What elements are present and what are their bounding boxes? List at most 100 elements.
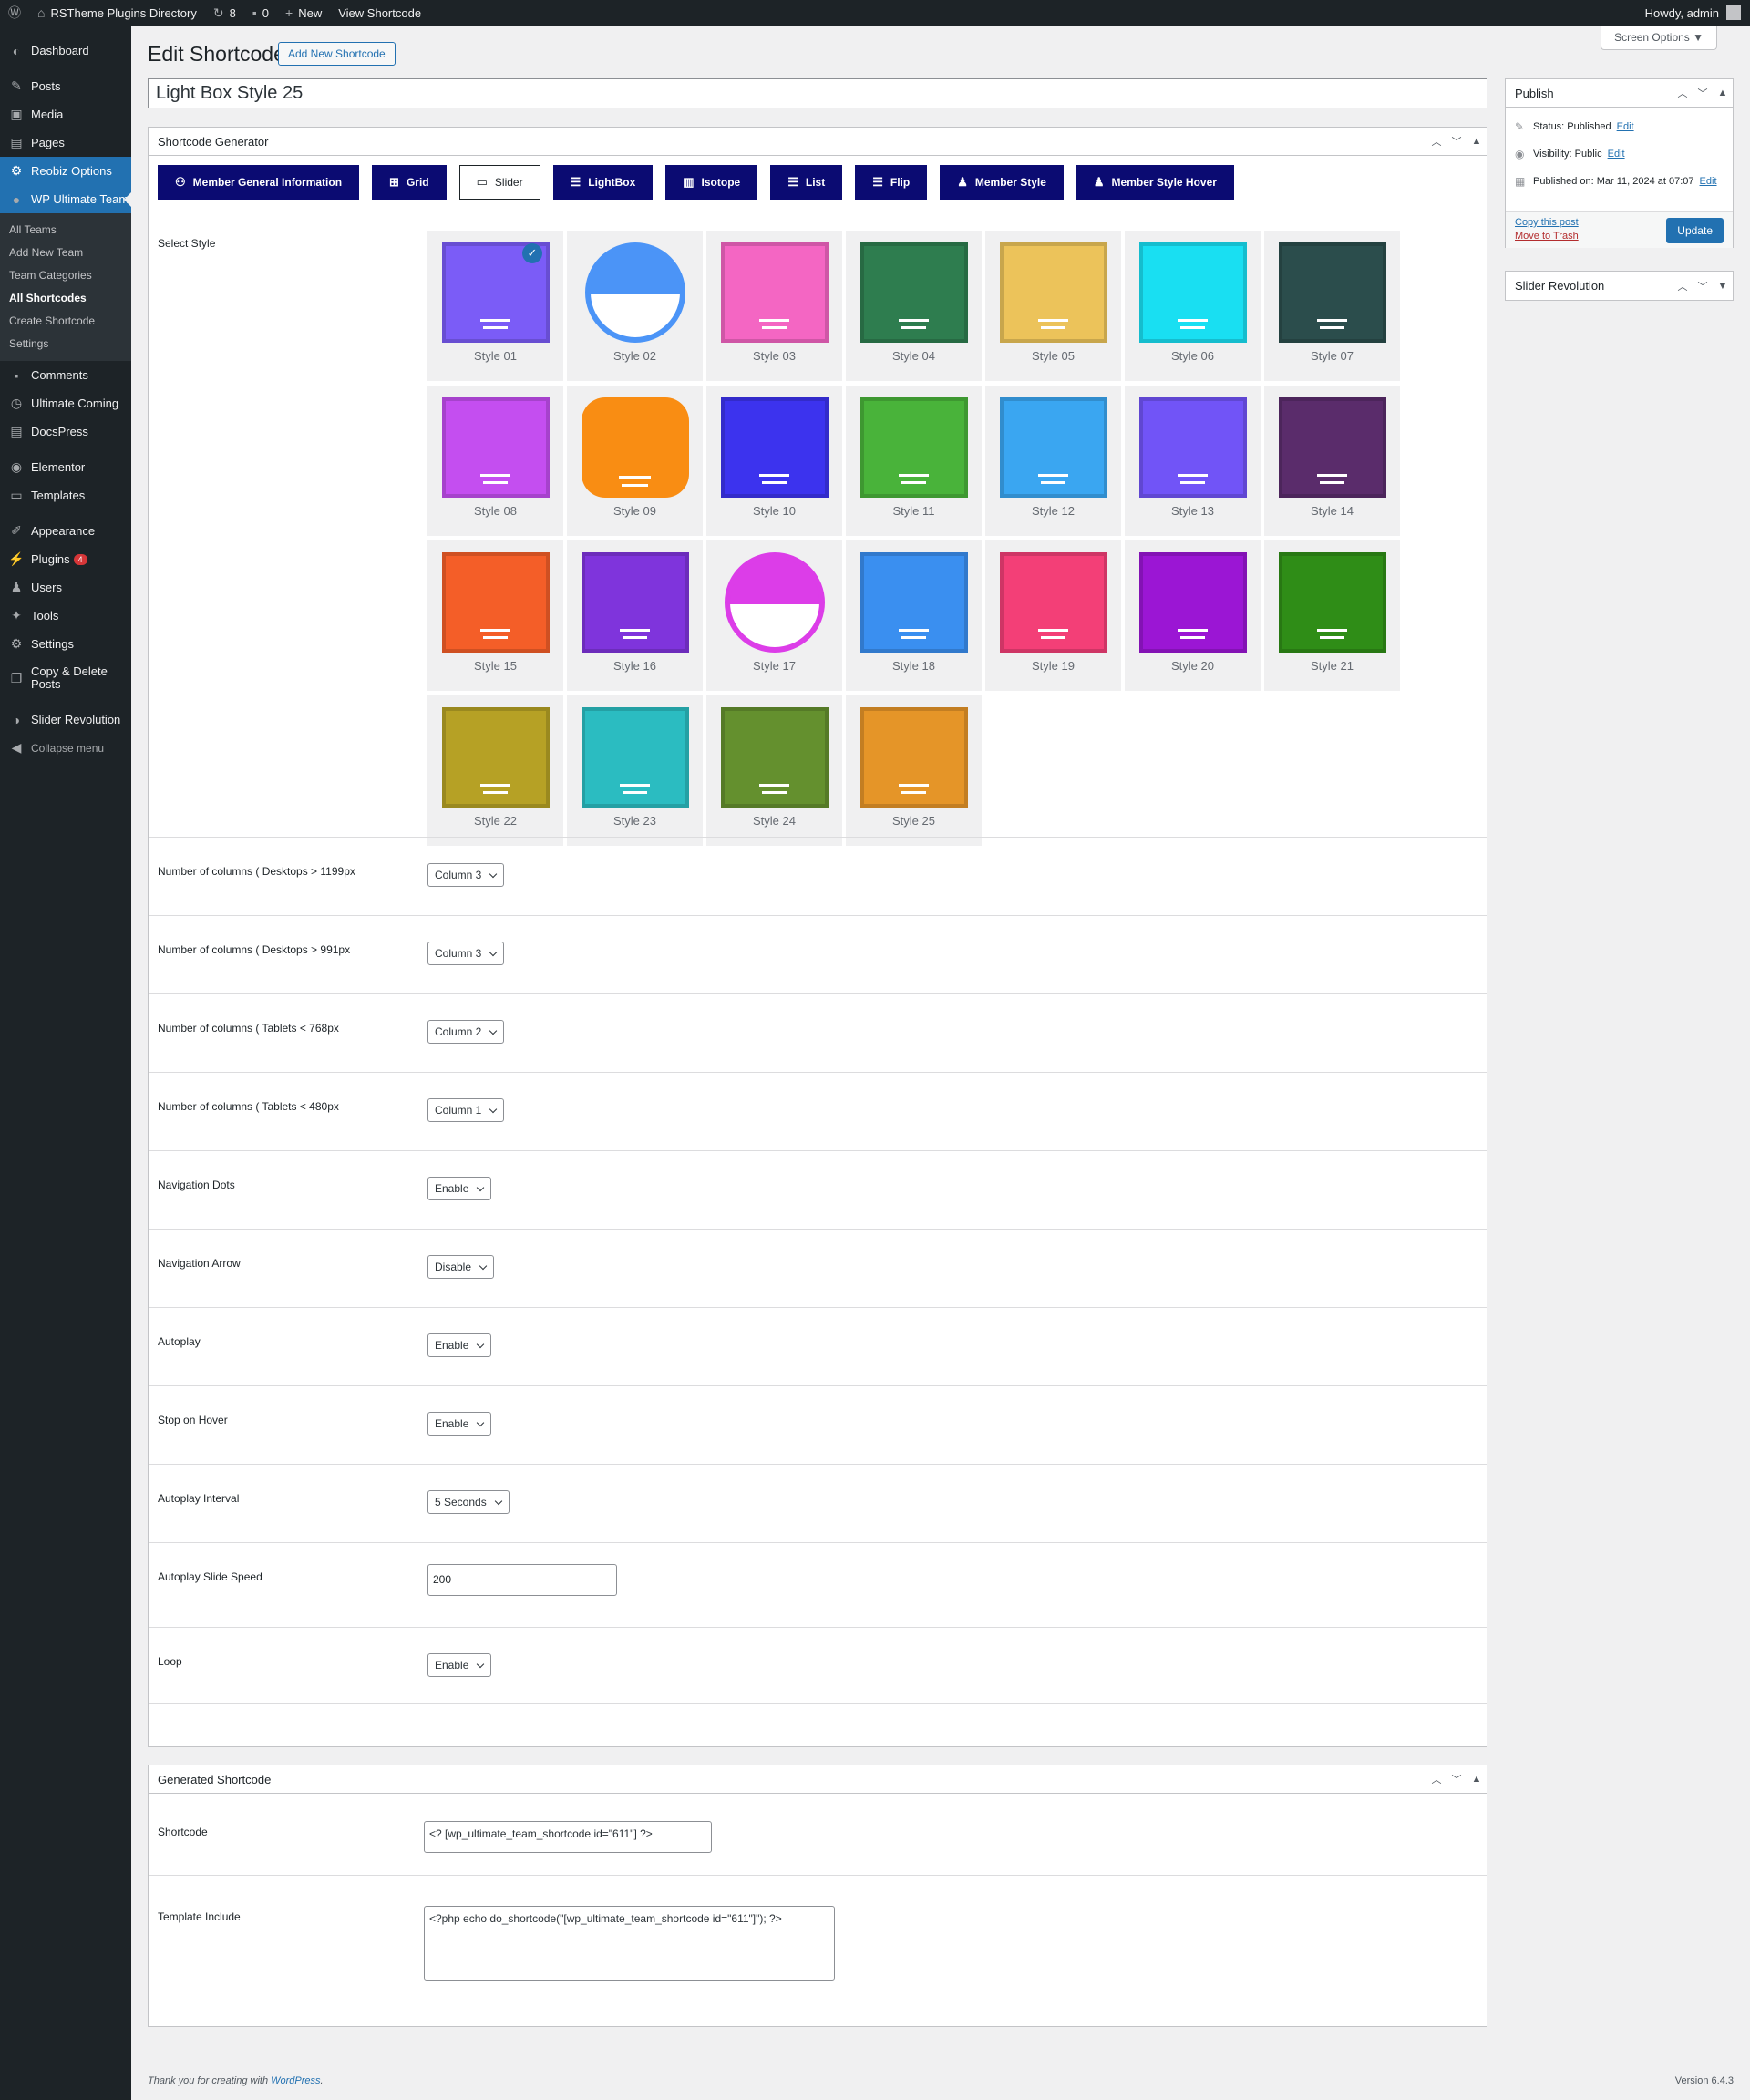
move-up-icon[interactable]: ︿ xyxy=(1426,134,1446,149)
copy-post-link[interactable]: Copy this post xyxy=(1515,216,1579,230)
sidebar-item-pages[interactable]: ▤ Pages xyxy=(0,129,131,157)
style-option[interactable]: Style 08 xyxy=(427,386,563,536)
move-down-icon[interactable]: ﹀ xyxy=(1446,134,1467,149)
move-up-icon[interactable]: ︿ xyxy=(1673,279,1693,293)
submenu-all-teams[interactable]: All Teams xyxy=(0,219,131,242)
style-option[interactable]: Style 24 xyxy=(706,695,842,846)
setting-select[interactable]: Enable xyxy=(427,1333,492,1357)
move-down-icon[interactable]: ﹀ xyxy=(1693,279,1713,293)
toggle-panel-icon[interactable]: ▲ xyxy=(1467,1774,1487,1785)
comments-link[interactable]: ▪ 0 xyxy=(244,0,277,26)
sidebar-item-templates[interactable]: ▭ Templates xyxy=(0,481,131,510)
style-option[interactable]: Style 01 ✓ xyxy=(427,231,563,381)
sidebar-item-users[interactable]: ♟ Users xyxy=(0,573,131,602)
updates-link[interactable]: ↻ 8 xyxy=(205,0,244,26)
style-option[interactable]: Style 04 xyxy=(846,231,982,381)
tab-flip[interactable]: ☰ Flip xyxy=(855,165,928,200)
sidebar-item-reobiz-options[interactable]: ⚙ Reobiz Options xyxy=(0,157,131,185)
submenu-all-shortcodes[interactable]: All Shortcodes xyxy=(0,287,131,310)
setting-select[interactable]: Column 1 xyxy=(427,1098,505,1122)
tab-isotope[interactable]: ▥ Isotope xyxy=(665,165,758,200)
style-option[interactable]: Style 16 xyxy=(567,540,703,691)
toggle-panel-icon[interactable]: ▼ xyxy=(1713,281,1733,292)
move-up-icon[interactable]: ︿ xyxy=(1426,1772,1446,1786)
setting-select[interactable]: Column 3 xyxy=(427,863,505,887)
style-option[interactable]: Style 17 xyxy=(706,540,842,691)
sidebar-item-elementor[interactable]: ◉ Elementor xyxy=(0,453,131,481)
toggle-panel-icon[interactable]: ▲ xyxy=(1467,136,1487,147)
move-up-icon[interactable]: ︿ xyxy=(1673,86,1693,100)
tab-slider[interactable]: ▭ Slider xyxy=(458,165,540,200)
tab-lightbox[interactable]: ☰ LightBox xyxy=(552,165,654,200)
sidebar-item-tools[interactable]: ✦ Tools xyxy=(0,602,131,630)
tab-member-style-hover[interactable]: ♟ Member Style Hover xyxy=(1076,165,1234,200)
post-title-input[interactable]: Light Box Style 25 xyxy=(148,78,1488,108)
move-down-icon[interactable]: ﹀ xyxy=(1693,86,1713,100)
shortcode-field[interactable]: <? [wp_ultimate_team_shortcode id="611"]… xyxy=(424,1821,712,1853)
edit-visibility-link[interactable]: Edit xyxy=(1608,149,1625,160)
submenu-add-new-team[interactable]: Add New Team xyxy=(0,242,131,264)
style-option[interactable]: Style 23 xyxy=(567,695,703,846)
style-option[interactable]: Style 11 xyxy=(846,386,982,536)
sidebar-item-ultimate-coming[interactable]: ◷ Ultimate Coming xyxy=(0,389,131,417)
edit-date-link[interactable]: Edit xyxy=(1700,176,1717,187)
edit-status-link[interactable]: Edit xyxy=(1617,121,1634,132)
sidebar-item-slider-revolution[interactable]: ◑ Slider Revolution xyxy=(0,705,131,734)
setting-select[interactable]: 5 Seconds xyxy=(427,1490,510,1514)
sidebar-item-docspress[interactable]: ▤ DocsPress xyxy=(0,417,131,446)
move-down-icon[interactable]: ﹀ xyxy=(1446,1772,1467,1786)
sidebar-item-appearance[interactable]: ✐ Appearance xyxy=(0,517,131,545)
style-option[interactable]: Style 14 xyxy=(1264,386,1400,536)
view-shortcode-link[interactable]: View Shortcode xyxy=(330,0,429,26)
style-option[interactable]: Style 02 xyxy=(567,231,703,381)
setting-select[interactable]: Enable xyxy=(427,1653,492,1677)
slide-speed-input[interactable]: 200 xyxy=(427,1564,617,1596)
tab-grid[interactable]: ⊞ Grid xyxy=(372,165,447,200)
wordpress-link[interactable]: WordPress xyxy=(271,2075,320,2086)
setting-select[interactable]: Column 2 xyxy=(427,1020,505,1044)
screen-options-button[interactable]: Screen Options ▼ xyxy=(1601,26,1717,50)
style-option[interactable]: Style 09 xyxy=(567,386,703,536)
sidebar-item-wp-ultimate-team[interactable]: ● WP Ultimate Team xyxy=(0,185,131,213)
setting-select[interactable]: Enable xyxy=(427,1177,492,1200)
style-option[interactable]: Style 18 xyxy=(846,540,982,691)
style-option[interactable]: Style 10 xyxy=(706,386,842,536)
style-option[interactable]: Style 07 xyxy=(1264,231,1400,381)
submenu-settings[interactable]: Settings xyxy=(0,333,131,355)
tab-member-style[interactable]: ♟ Member Style xyxy=(940,165,1064,200)
sidebar-item-media[interactable]: ▣ Media xyxy=(0,100,131,129)
collapse-menu-button[interactable]: ◀ Collapse menu xyxy=(0,734,131,762)
sidebar-item-settings[interactable]: ⚙ Settings xyxy=(0,630,131,658)
style-option[interactable]: Style 20 xyxy=(1125,540,1261,691)
style-option[interactable]: Style 12 xyxy=(985,386,1121,536)
new-content-link[interactable]: + New xyxy=(277,0,330,26)
submenu-team-categories[interactable]: Team Categories xyxy=(0,264,131,287)
template-include-textarea[interactable]: <?php echo do_shortcode("[wp_ultimate_te… xyxy=(424,1906,835,1981)
my-account[interactable]: Howdy, admin xyxy=(1645,5,1750,20)
sidebar-item-posts[interactable]: ✎ Posts xyxy=(0,72,131,100)
setting-select[interactable]: Enable xyxy=(427,1412,492,1436)
sidebar-item-comments[interactable]: ▪ Comments xyxy=(0,361,131,389)
style-option[interactable]: Style 15 xyxy=(427,540,563,691)
sidebar-item-dashboard[interactable]: ◐ Dashboard xyxy=(0,36,131,65)
add-new-shortcode-button[interactable]: Add New Shortcode xyxy=(278,42,396,66)
style-option[interactable]: Style 03 xyxy=(706,231,842,381)
toggle-panel-icon[interactable]: ▲ xyxy=(1713,88,1733,98)
setting-select[interactable]: Column 3 xyxy=(427,942,505,965)
setting-select[interactable]: Disable xyxy=(427,1255,495,1279)
tab-member-general-information[interactable]: ⚇ Member General Information xyxy=(158,165,360,200)
style-option[interactable]: Style 19 xyxy=(985,540,1121,691)
wordpress-logo[interactable]: Ⓦ xyxy=(0,0,29,26)
style-option[interactable]: Style 13 xyxy=(1125,386,1261,536)
submenu-create-shortcode[interactable]: Create Shortcode xyxy=(0,310,131,333)
tab-list[interactable]: ☰ List xyxy=(770,165,843,200)
style-option[interactable]: Style 22 xyxy=(427,695,563,846)
move-to-trash-link[interactable]: Move to Trash xyxy=(1515,230,1579,243)
style-option[interactable]: Style 21 xyxy=(1264,540,1400,691)
style-option[interactable]: Style 05 xyxy=(985,231,1121,381)
sidebar-item-plugins[interactable]: ⚡ Plugins 4 xyxy=(0,545,131,573)
style-option[interactable]: Style 25 xyxy=(846,695,982,846)
site-name-link[interactable]: ⌂ RSTheme Plugins Directory xyxy=(29,0,205,26)
update-button[interactable]: Update xyxy=(1666,218,1724,243)
style-option[interactable]: Style 06 xyxy=(1125,231,1261,381)
